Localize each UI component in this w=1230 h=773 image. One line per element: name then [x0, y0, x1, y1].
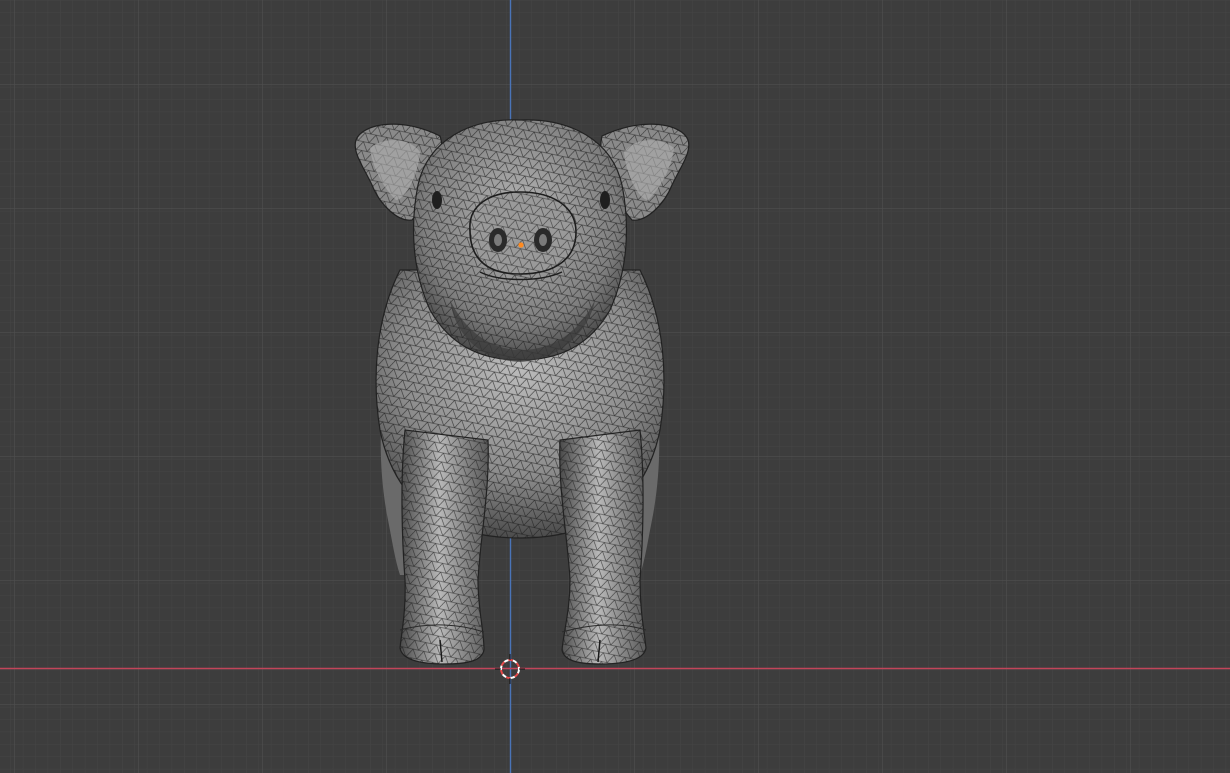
- 3d-viewport[interactable]: [0, 0, 1230, 773]
- object-origin-icon: [518, 242, 524, 248]
- viewport-canvas[interactable]: [0, 0, 1230, 773]
